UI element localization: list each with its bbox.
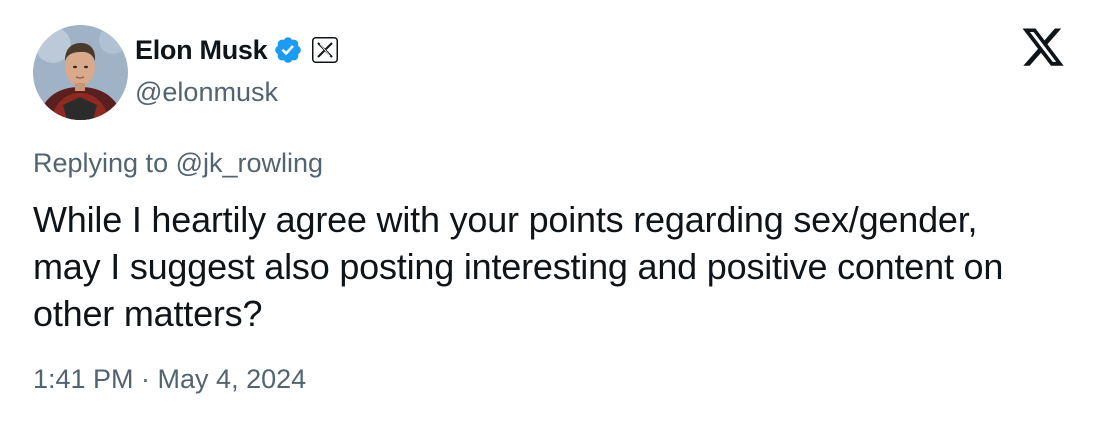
profile-photo-icon <box>33 25 128 120</box>
tweet-timestamp[interactable]: 1:41 PM · May 4, 2024 <box>33 364 306 395</box>
tweet-text: While I heartily agree with your points … <box>33 199 1004 334</box>
avatar[interactable] <box>33 25 128 120</box>
replying-to-line: Replying to @jk_rowling <box>33 148 323 179</box>
replying-to-prefix: Replying to <box>33 148 176 178</box>
author-handle[interactable]: @elonmusk <box>135 77 278 108</box>
verified-badge-icon <box>273 35 303 65</box>
tweet-card: Elon Musk @elonmusk Replying to @jk_rowl… <box>0 0 1100 424</box>
x-affiliation-badge-icon[interactable] <box>312 37 339 63</box>
author-name-row: Elon Musk <box>135 32 339 68</box>
display-name[interactable]: Elon Musk <box>135 35 268 66</box>
replying-to-link[interactable]: @jk_rowling <box>176 148 323 178</box>
x-logo-icon[interactable] <box>1020 28 1066 70</box>
